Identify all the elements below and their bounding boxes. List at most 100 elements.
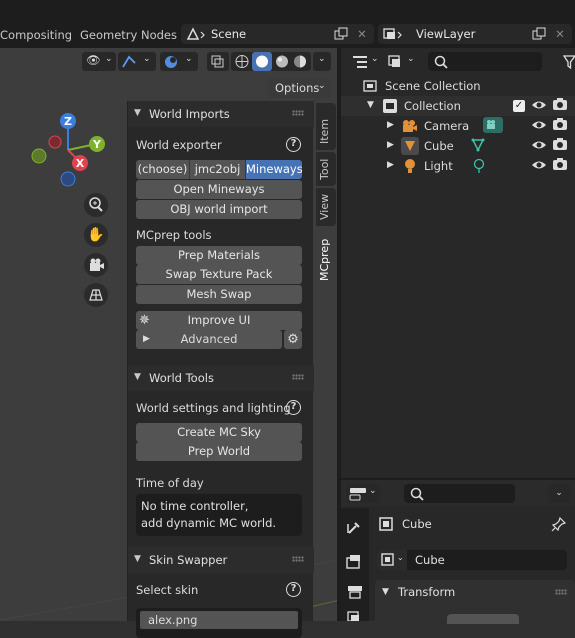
light-data-icon[interactable] xyxy=(472,158,486,174)
eye-icon[interactable] xyxy=(531,118,547,132)
exporter-option-mineways[interactable]: Mineways xyxy=(246,160,302,179)
world-tools-header[interactable]: ▼ World Tools xyxy=(128,365,314,391)
close-scene-icon[interactable]: ✕ xyxy=(353,26,371,42)
render-camera-icon[interactable] xyxy=(552,97,568,112)
time-of-day-label: Time of day xyxy=(136,476,204,490)
workspace-tab-compositing[interactable]: Compositing xyxy=(0,28,72,42)
editor-type-dropdown[interactable]: ⌄ xyxy=(348,52,382,71)
hand-pan-icon[interactable]: ✋ xyxy=(84,223,108,247)
chevron-right-icon[interactable]: ▶ xyxy=(387,140,394,150)
world-imports-header[interactable]: ▼ World Imports xyxy=(128,101,314,127)
chevron-right-icon: ▶ xyxy=(143,334,150,344)
render-camera-icon[interactable] xyxy=(552,117,568,132)
prep-materials-button[interactable]: Prep Materials xyxy=(136,246,302,265)
tab-mcprep[interactable]: MCprep xyxy=(316,232,336,287)
eye-icon[interactable] xyxy=(531,98,547,112)
mesh-swap-button[interactable]: Mesh Swap xyxy=(136,285,302,304)
overlay-dropdown[interactable]: ⌄ xyxy=(160,52,198,71)
world-settings-label: World settings and lighting xyxy=(136,401,291,415)
gizmo-dropdown[interactable]: ⌄ xyxy=(118,52,156,71)
properties-search-input[interactable] xyxy=(404,484,515,503)
object-name-field[interactable]: ⌄ Cube xyxy=(377,550,567,570)
eye-icon[interactable] xyxy=(531,138,547,152)
object-type-dropdown[interactable]: ⌄ xyxy=(377,550,407,570)
location-x-field[interactable] xyxy=(447,614,519,624)
chevron-down-icon[interactable]: ▼ xyxy=(382,587,389,597)
camera-view-icon[interactable] xyxy=(84,253,108,277)
xray-icon xyxy=(211,55,224,68)
object-name-value: Cube xyxy=(415,553,445,567)
world-exporter-selector[interactable]: (choose) jmc2obj Mineways xyxy=(136,160,302,179)
scene-selector[interactable]: Scene ✕ xyxy=(181,24,374,44)
rendered-shading-icon[interactable] xyxy=(292,54,308,69)
view-layer-selector[interactable]: ViewLayer ✕ xyxy=(378,24,572,44)
mesh-data-icon[interactable] xyxy=(471,138,485,154)
chevron-right-icon[interactable]: ▶ xyxy=(387,160,394,170)
drag-handle-icon[interactable] xyxy=(555,589,567,595)
grid-perspective-icon[interactable] xyxy=(84,283,108,307)
xray-toggle[interactable] xyxy=(207,52,229,71)
exporter-option-choose[interactable]: (choose) xyxy=(136,160,190,179)
solid-shading-button[interactable] xyxy=(252,52,272,71)
output-icon[interactable] xyxy=(346,584,364,600)
material-shading-icon[interactable] xyxy=(274,54,290,69)
tab-view[interactable]: View xyxy=(316,188,336,226)
eye-icon[interactable] xyxy=(531,158,547,172)
zoom-icon[interactable] xyxy=(84,193,108,217)
exclude-checkbox[interactable]: ✓ xyxy=(513,100,525,112)
drag-handle-icon[interactable] xyxy=(292,110,304,116)
chevron-down-icon: ▼ xyxy=(134,554,141,564)
copy-view-layer-icon[interactable] xyxy=(530,26,548,42)
create-mc-sky-button[interactable]: Create MC Sky xyxy=(136,423,302,442)
outliner-search-input[interactable] xyxy=(428,52,542,71)
tool-icon[interactable] xyxy=(346,520,362,536)
skin-swapper-header[interactable]: ▼ Skin Swapper xyxy=(128,547,314,573)
wireframe-shading-icon[interactable] xyxy=(234,54,250,69)
options-dropdown[interactable]: Options ⌄ xyxy=(268,78,330,98)
prep-world-button[interactable]: Prep World xyxy=(136,442,302,461)
chevron-right-icon[interactable]: ▶ xyxy=(387,120,394,130)
visibility-dropdown[interactable]: 👁 ⌄ xyxy=(82,52,116,71)
copy-scene-icon[interactable] xyxy=(332,26,350,42)
help-icon[interactable]: ? xyxy=(286,400,301,415)
exporter-option-jmc2obj[interactable]: jmc2obj xyxy=(190,160,246,179)
object-name: Cube xyxy=(402,517,432,531)
tab-item[interactable]: Item xyxy=(316,103,336,150)
workspace-tab-geometry-nodes[interactable]: Geometry Nodes xyxy=(80,28,177,42)
transform-title: Transform xyxy=(398,585,456,599)
gear-icon[interactable]: ⚙ xyxy=(284,330,302,349)
obj-world-import-button[interactable]: OBJ world import xyxy=(136,200,302,219)
drag-handle-icon[interactable] xyxy=(292,556,304,562)
help-icon[interactable]: ? xyxy=(286,582,301,597)
advanced-toggle[interactable]: ▶ Advanced xyxy=(136,330,282,349)
chevron-down-icon: ⌄ xyxy=(371,54,379,64)
drag-handle-icon[interactable] xyxy=(292,374,304,380)
open-mineways-button[interactable]: Open Mineways xyxy=(136,180,302,199)
scene-collection-row[interactable]: Scene Collection xyxy=(341,76,575,96)
chevron-down-icon[interactable]: ⌄ xyxy=(548,484,570,503)
help-icon[interactable]: ? xyxy=(286,137,301,152)
filter-icon[interactable] xyxy=(563,54,575,70)
properties-editor-type-dropdown[interactable]: ⌄ xyxy=(346,484,380,503)
tab-tool[interactable]: Tool xyxy=(316,152,336,186)
display-mode-dropdown[interactable]: ⌄ xyxy=(384,52,418,71)
improve-ui-button[interactable]: ✵ Improve UI xyxy=(136,311,302,330)
skin-list-item[interactable]: alex.png xyxy=(140,611,298,629)
render-camera-icon[interactable] xyxy=(552,157,568,172)
mcprep-tools-label: MCprep tools xyxy=(136,228,212,242)
advanced-label: Advanced xyxy=(180,332,238,346)
shading-modes[interactable] xyxy=(231,52,311,71)
skin-list[interactable]: alex.png xyxy=(136,608,302,638)
render-camera-icon[interactable] xyxy=(552,137,568,152)
view-layer-icon[interactable] xyxy=(346,610,364,621)
chevron-down-icon[interactable]: ▼ xyxy=(367,100,374,110)
swap-texture-pack-button[interactable]: Swap Texture Pack xyxy=(136,265,302,284)
navigation-gizmo[interactable]: Z Y X xyxy=(28,110,110,192)
chevron-down-icon: ⌄ xyxy=(185,54,193,64)
close-view-layer-icon[interactable]: ✕ xyxy=(551,26,569,42)
shading-options-dropdown[interactable]: ⌄ xyxy=(313,52,331,71)
render-icon[interactable] xyxy=(346,554,364,570)
pin-icon[interactable] xyxy=(551,516,567,532)
object-icon xyxy=(381,553,394,566)
camera-data-icon[interactable] xyxy=(482,116,504,134)
